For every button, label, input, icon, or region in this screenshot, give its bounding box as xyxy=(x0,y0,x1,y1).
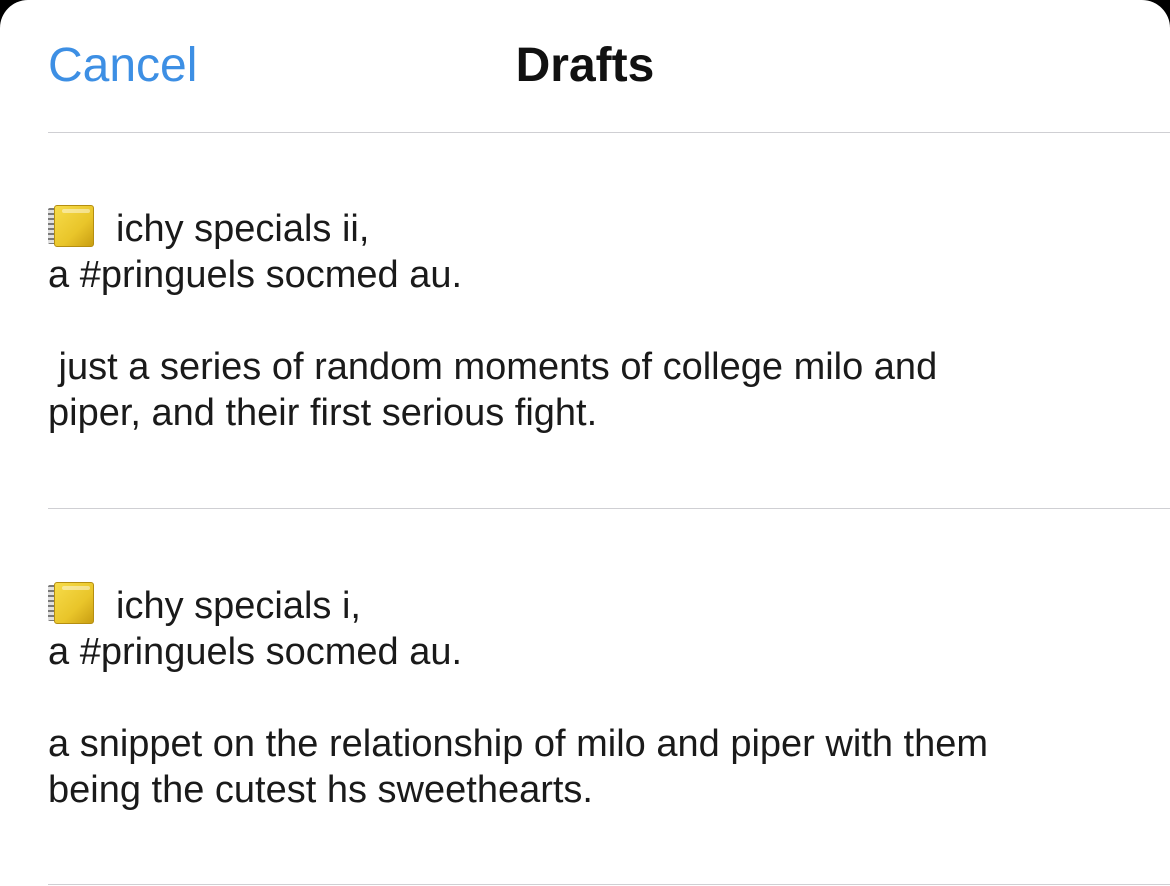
page-title: Drafts xyxy=(515,39,655,92)
draft-body-line: piper, and their first serious fight. xyxy=(48,392,598,434)
drafts-sheet: Cancel Drafts ichy specials ii, a #pring… xyxy=(0,0,1170,886)
draft-title-line: ichy specials ii, xyxy=(48,205,1128,252)
draft-title: ichy specials i, xyxy=(116,585,361,627)
navigation-bar: Cancel Drafts xyxy=(0,0,1170,132)
draft-subtitle: a #pringuels socmed au. xyxy=(48,631,463,673)
draft-title-line: ichy specials i, xyxy=(48,582,1128,629)
draft-item[interactable]: ichy specials ii, a #pringuels socmed au… xyxy=(48,205,1128,436)
list-divider xyxy=(48,508,1170,509)
draft-item[interactable]: ichy specials i, a #pringuels socmed au.… xyxy=(48,582,1128,813)
draft-body-line: being the cutest hs sweethearts. xyxy=(48,769,593,811)
draft-subtitle: a #pringuels socmed au. xyxy=(48,254,463,296)
draft-body-line: just a series of random moments of colle… xyxy=(48,346,938,388)
list-divider xyxy=(48,884,1170,885)
notebook-icon xyxy=(48,205,96,247)
nav-divider xyxy=(48,132,1170,133)
draft-title: ichy specials ii, xyxy=(116,208,370,250)
draft-body-line: a snippet on the relationship of milo an… xyxy=(48,723,988,765)
notebook-icon xyxy=(48,582,96,624)
